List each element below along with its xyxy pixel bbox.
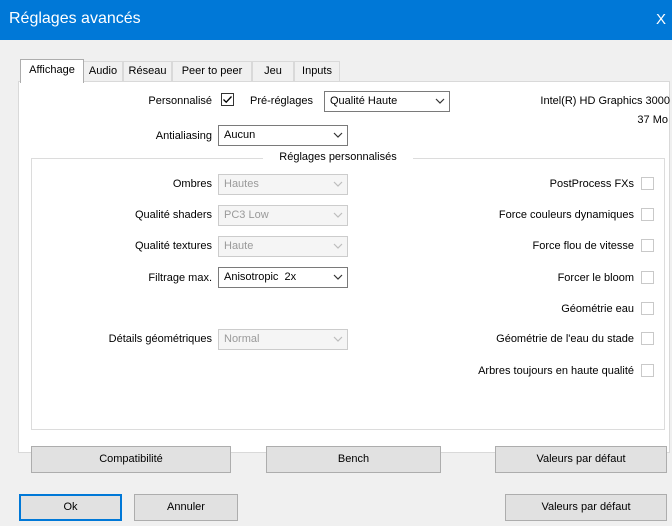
geometrie-eau-label: Géométrie eau <box>561 303 634 315</box>
compatibility-button[interactable]: Compatibilité <box>31 446 231 473</box>
shaders-label: Qualité shaders <box>134 209 212 221</box>
arbres-label: Arbres toujours en haute qualité <box>478 365 634 377</box>
panel-defaults-button[interactable]: Valeurs par défaut <box>495 446 667 473</box>
ombres-label: Ombres <box>172 178 212 190</box>
custom-settings-title: Réglages personnalisés <box>263 151 413 163</box>
presets-label: Pré-réglages <box>250 95 313 107</box>
geometrie-eau-stade-label: Géométrie de l'eau du stade <box>496 333 634 345</box>
filtrage-value: Anisotropic 2x <box>224 271 297 283</box>
tab-affichage[interactable]: Affichage <box>20 59 84 83</box>
window-title: Réglages avancés <box>9 10 141 27</box>
bench-button[interactable]: Bench <box>266 446 441 473</box>
close-icon[interactable]: X <box>656 12 672 28</box>
ombres-select[interactable]: Hautes <box>218 174 348 195</box>
flou-vitesse-checkbox[interactable] <box>641 239 654 252</box>
chevron-down-icon <box>333 212 343 218</box>
textures-value: Haute <box>224 240 254 252</box>
details-select[interactable]: Normal <box>218 329 348 350</box>
antialiasing-value: Aucun <box>224 129 256 141</box>
footer-defaults-button[interactable]: Valeurs par défaut <box>505 494 667 521</box>
tab-peer-to-peer[interactable]: Peer to peer <box>172 61 252 82</box>
details-label: Détails géométriques <box>108 333 212 345</box>
shaders-value: PC3 Low <box>224 209 269 221</box>
geometrie-eau-stade-checkbox[interactable] <box>641 332 654 345</box>
tab-jeu[interactable]: Jeu <box>252 61 294 82</box>
presets-value: Qualité Haute <box>330 95 398 107</box>
couleurs-dynamiques-checkbox[interactable] <box>641 208 654 221</box>
chevron-down-icon <box>333 274 343 280</box>
chevron-down-icon <box>333 336 343 342</box>
shaders-select[interactable]: PC3 Low <box>218 205 348 226</box>
chevron-down-icon <box>333 132 343 138</box>
textures-label: Qualité textures <box>134 240 212 252</box>
couleurs-dynamiques-label: Force couleurs dynamiques <box>498 209 634 221</box>
arbres-checkbox[interactable] <box>641 364 654 377</box>
bloom-checkbox[interactable] <box>641 271 654 284</box>
gpu-memory: 37 Mo <box>637 114 668 126</box>
postprocess-label: PostProcess FXs <box>549 178 634 190</box>
tab-inputs[interactable]: Inputs <box>294 61 340 82</box>
cancel-button[interactable]: Annuler <box>134 494 238 521</box>
personalise-checkbox[interactable] <box>221 93 234 106</box>
chevron-down-icon <box>333 181 343 187</box>
personalise-label: Personnalisé <box>148 95 212 107</box>
geometrie-eau-checkbox[interactable] <box>641 302 654 315</box>
gpu-name: Intel(R) HD Graphics 3000 <box>540 95 670 107</box>
antialiasing-label: Antialiasing <box>155 130 212 142</box>
tab-reseau[interactable]: Réseau <box>123 61 172 82</box>
chevron-down-icon <box>333 243 343 249</box>
postprocess-checkbox[interactable] <box>641 177 654 190</box>
chevron-down-icon <box>435 98 445 104</box>
tab-audio[interactable]: Audio <box>83 61 123 82</box>
check-icon <box>223 96 232 104</box>
filtrage-select[interactable]: Anisotropic 2x <box>218 267 348 288</box>
custom-settings-group <box>31 158 665 430</box>
details-value: Normal <box>224 333 260 345</box>
antialiasing-select[interactable]: Aucun <box>218 125 348 146</box>
textures-select[interactable]: Haute <box>218 236 348 257</box>
flou-vitesse-label: Force flou de vitesse <box>532 240 635 252</box>
bloom-label: Forcer le bloom <box>557 272 634 284</box>
ombres-value: Hautes <box>224 178 259 190</box>
ok-button[interactable]: Ok <box>19 494 122 521</box>
presets-select[interactable]: Qualité Haute <box>324 91 450 112</box>
title-bar: Réglages avancés X <box>0 0 672 40</box>
filtrage-label: Filtrage max. <box>148 272 212 284</box>
